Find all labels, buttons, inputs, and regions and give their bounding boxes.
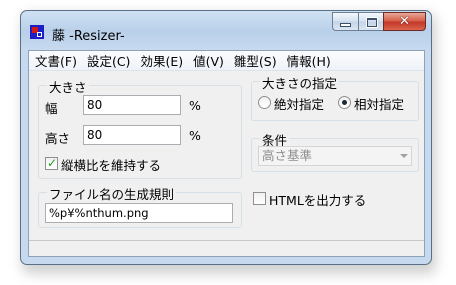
- minimize-icon: [341, 24, 350, 26]
- maximize-icon: [367, 18, 377, 27]
- checkmark-icon: ✓: [47, 156, 58, 170]
- height-input[interactable]: [83, 125, 181, 145]
- width-unit: %: [189, 98, 201, 113]
- menu-info[interactable]: 情報(H): [281, 51, 335, 70]
- minimize-button[interactable]: [332, 12, 358, 31]
- app-window: 藤 -Resizer- ✕ 文書(F) 設定(C) 効果(E) 値(V) 雛型(…: [20, 10, 432, 265]
- relative-radio[interactable]: [338, 96, 351, 109]
- menu-bar: 文書(F) 設定(C) 効果(E) 値(V) 雛型(S) 情報(H): [29, 51, 424, 71]
- close-icon: ✕: [399, 14, 410, 29]
- caption-buttons: ✕: [332, 12, 426, 31]
- filename-group-label: ファイル名の生成規則: [47, 184, 177, 203]
- filename-input[interactable]: [45, 203, 233, 223]
- client-area: 文書(F) 設定(C) 効果(E) 値(V) 雛型(S) 情報(H) 大きさ 幅…: [28, 50, 425, 257]
- width-label: 幅: [45, 101, 58, 116]
- condition-select[interactable]: 高さ基準: [258, 146, 412, 166]
- menu-effects[interactable]: 効果(E): [134, 51, 187, 70]
- keep-ratio-label[interactable]: 縦横比を維持する: [61, 155, 161, 174]
- radio-selected-dot: [342, 100, 347, 105]
- app-icon[interactable]: [30, 25, 44, 39]
- condition-select-value: 高さ基準: [262, 148, 313, 163]
- height-label: 高さ: [45, 131, 71, 146]
- menu-settings[interactable]: 設定(C): [81, 51, 134, 70]
- title-bar[interactable]: 藤 -Resizer- ✕: [21, 11, 431, 49]
- keep-ratio-checkbox[interactable]: ✓: [45, 156, 58, 170]
- width-input[interactable]: [83, 95, 181, 115]
- close-button[interactable]: ✕: [383, 12, 426, 31]
- html-output-checkbox[interactable]: [253, 192, 266, 205]
- chevron-down-icon: [400, 154, 408, 158]
- size-spec-group: 大きさの指定 絶対指定 相対指定: [251, 73, 419, 121]
- menu-file[interactable]: 文書(F): [29, 51, 81, 70]
- size-spec-group-label: 大きさの指定: [260, 73, 340, 92]
- relative-radio-label[interactable]: 相対指定: [354, 94, 404, 113]
- status-bar: [29, 240, 424, 256]
- window-title: 藤 -Resizer-: [52, 29, 125, 44]
- html-output-label[interactable]: HTMLを出力する: [269, 190, 366, 209]
- condition-group: 条件 高さ基準: [251, 130, 419, 172]
- menu-values[interactable]: 値(V): [187, 51, 228, 70]
- size-group-label: 大きさ: [47, 77, 89, 96]
- size-group: 大きさ 幅 % 高さ % ✓ 縦横比を維持する: [38, 77, 242, 179]
- maximize-button[interactable]: [358, 12, 383, 31]
- filename-group: ファイル名の生成規則: [38, 184, 242, 228]
- absolute-radio[interactable]: [258, 96, 271, 109]
- height-unit: %: [189, 128, 201, 143]
- menu-templates[interactable]: 雛型(S): [228, 51, 281, 70]
- absolute-radio-label[interactable]: 絶対指定: [274, 94, 324, 113]
